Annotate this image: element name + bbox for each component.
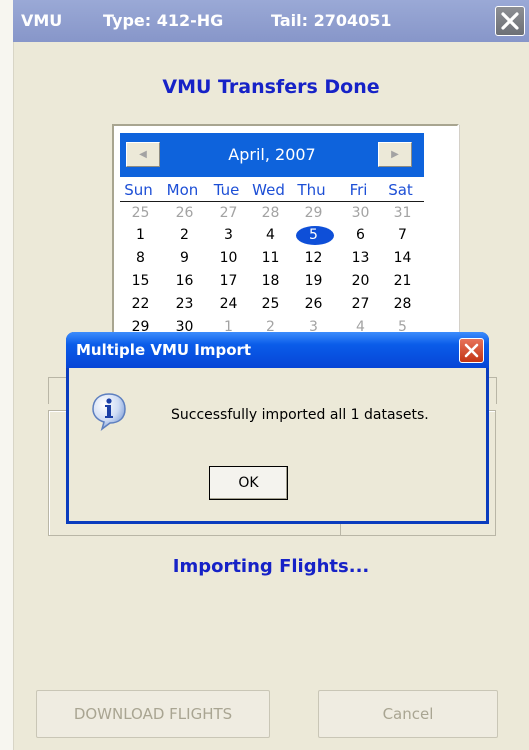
calendar-day[interactable]: 22 [122,296,159,312]
calendar-day[interactable]: 4 [252,227,289,243]
import-dialog: Multiple VMU Import Successfully importe… [66,332,489,524]
page-title: VMU Transfers Done [162,76,380,98]
weekday-label: Sun [124,181,153,199]
weekday-label: Tue [213,181,240,199]
weekday-label: Wed [252,181,285,199]
dialog-close-button[interactable] [459,338,484,363]
calendar-day[interactable]: 13 [342,250,379,266]
dialog-title-bar: Multiple VMU Import [66,332,489,368]
calendar-day[interactable]: 10 [210,250,247,266]
calendar-day[interactable]: 1 [122,227,159,243]
info-icon [92,393,126,431]
chevron-right-icon: ▶ [391,149,399,160]
calendar-day[interactable]: 6 [342,227,379,243]
close-icon [501,12,519,30]
calendar-day[interactable]: 27 [342,296,379,312]
calendar-day[interactable]: 21 [384,273,421,289]
calendar-day[interactable]: 2 [166,227,203,243]
calendar-day[interactable]: 7 [384,227,421,243]
tail-number-label: Tail: 2704051 [271,11,392,30]
calendar-day[interactable]: 28 [252,205,289,221]
window-close-button[interactable] [495,6,525,36]
calendar-day[interactable]: 8 [122,250,159,266]
calendar-day[interactable]: 26 [295,296,332,312]
left-window-edge [0,0,14,750]
calendar-day[interactable]: 19 [295,273,332,289]
calendar-day[interactable]: 24 [210,296,247,312]
weekday-label: Sat [388,181,413,199]
calendar-day[interactable]: 11 [252,250,289,266]
title-bar: VMU Type: 412-HG Tail: 2704051 [13,0,529,42]
app-title: VMU [21,11,63,30]
download-flights-button[interactable]: DOWNLOAD FLIGHTS [36,690,270,738]
calendar-day[interactable]: 28 [384,296,421,312]
ok-button[interactable]: OK [209,466,288,500]
next-month-button[interactable]: ▶ [378,142,412,167]
dialog-message: Successfully imported all 1 datasets. [171,407,429,423]
calendar-day[interactable]: 23 [166,296,203,312]
calendar-day[interactable]: 14 [384,250,421,266]
status-text: Importing Flights... [172,556,370,577]
calendar-day[interactable]: 31 [384,205,421,221]
calendar-day[interactable]: 5 [295,227,332,243]
cancel-button[interactable]: Cancel [318,690,498,738]
weekday-label: Mon [166,181,199,199]
calendar-day[interactable]: 20 [342,273,379,289]
calendar-day[interactable]: 25 [252,296,289,312]
weekday-label: Fri [349,181,368,199]
calendar-header: ◀ April, 2007 ▶ [120,133,424,177]
calendar-day[interactable]: 27 [210,205,247,221]
calendar-day[interactable]: 18 [252,273,289,289]
weekday-label: Thu [297,181,326,199]
calendar-day[interactable]: 16 [166,273,203,289]
calendar-day[interactable]: 26 [166,205,203,221]
aircraft-type-label: Type: 412-HG [103,11,224,30]
calendar-day[interactable]: 17 [210,273,247,289]
weekday-header: Sun Mon Tue Wed Thu Fri Sat [120,181,424,202]
calendar-day[interactable]: 9 [166,250,203,266]
group-divider [340,524,341,536]
calendar-day[interactable]: 12 [295,250,332,266]
calendar-day[interactable]: 3 [210,227,247,243]
calendar-day[interactable]: 15 [122,273,159,289]
calendar-day[interactable]: 30 [342,205,379,221]
dialog-title: Multiple VMU Import [76,341,252,359]
calendar-day[interactable]: 29 [295,205,332,221]
close-icon [464,343,479,358]
calendar-day[interactable]: 25 [122,205,159,221]
